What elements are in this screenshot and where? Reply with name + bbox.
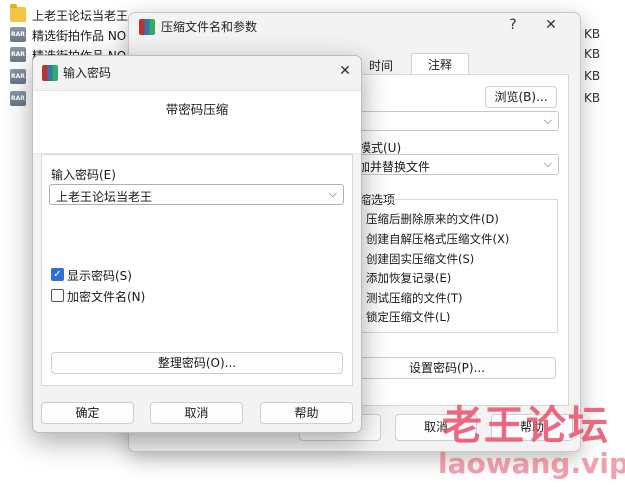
dialog-title: 输入密码 xyxy=(63,66,112,80)
archive-name-combo[interactable]: ⌵ xyxy=(351,111,559,131)
rar-icon: RAR xyxy=(10,27,26,42)
help-button[interactable]: 帮助 xyxy=(260,402,353,424)
file-size: KB xyxy=(584,27,601,41)
file-name: 精选街拍作品 NO xyxy=(32,29,127,43)
watermark-logo: 老王论坛 xyxy=(442,403,610,449)
dialog-header: 带密码压缩 xyxy=(33,90,361,154)
rar-icon: RAR xyxy=(10,47,26,62)
tab-comment[interactable]: 注释 xyxy=(411,53,469,76)
chevron-down-icon: ⌵ xyxy=(328,187,337,200)
folder-icon xyxy=(10,4,26,22)
help-icon[interactable]: ? xyxy=(503,15,523,35)
chevron-down-icon: ⌵ xyxy=(543,157,552,170)
close-icon[interactable]: ✕ xyxy=(541,15,561,35)
browse-button[interactable]: 浏览(B)... xyxy=(485,86,557,108)
show-password-label: 显示密码(S) xyxy=(67,269,132,283)
watermark-url: laowang.vip xyxy=(438,447,625,480)
winrar-icon xyxy=(42,65,58,81)
close-icon[interactable]: ✕ xyxy=(335,61,355,81)
file-size: KB xyxy=(584,47,601,61)
update-mode-select[interactable]: 加并替换文件 ⌵ xyxy=(351,154,559,175)
dialog-heading: 带密码压缩 xyxy=(165,102,229,117)
option-recovery[interactable]: 添加恢复记录(E) xyxy=(366,270,451,286)
password-dialog: 输入密码 ✕ 带密码压缩 输入密码(E) 上老王论坛当老王 ⌵ ✓ 显示密码(S… xyxy=(32,55,362,433)
dialog-title: 压缩文件名和参数 xyxy=(161,20,258,34)
file-size: KB xyxy=(584,91,601,105)
option-sfx[interactable]: 创建自解压格式压缩文件(X) xyxy=(366,231,509,247)
option-solid[interactable]: 创建固实压缩文件(S) xyxy=(366,251,474,267)
cancel-button[interactable]: 取消 xyxy=(150,402,243,424)
rar-icon: RAR xyxy=(10,91,26,106)
chevron-down-icon: ⌵ xyxy=(543,114,552,127)
ok-button[interactable]: 确定 xyxy=(41,402,134,424)
encrypt-names-checkbox[interactable] xyxy=(51,289,64,302)
password-label: 输入密码(E) xyxy=(51,168,116,182)
file-name: 上老王论坛当老王 xyxy=(32,9,129,23)
rar-icon: RAR xyxy=(10,69,26,84)
option-test[interactable]: 测试压缩的文件(T) xyxy=(366,290,463,306)
encrypt-names-label: 加密文件名(N) xyxy=(67,290,146,304)
show-password-checkbox[interactable]: ✓ xyxy=(51,268,64,281)
set-password-button[interactable]: 设置密码(P)... xyxy=(338,357,556,379)
password-input[interactable]: 上老王论坛当老王 ⌵ xyxy=(49,184,344,205)
organize-passwords-button[interactable]: 整理密码(O)... xyxy=(51,352,343,374)
option-delete-after[interactable]: 压缩后删除原来的文件(D) xyxy=(366,211,499,227)
winrar-icon xyxy=(139,19,155,35)
option-lock[interactable]: 锁定压缩文件(L) xyxy=(366,309,450,325)
password-value: 上老王论坛当老王 xyxy=(56,190,153,204)
file-size: KB xyxy=(584,69,601,83)
update-mode-value: 加并替换文件 xyxy=(358,160,431,174)
